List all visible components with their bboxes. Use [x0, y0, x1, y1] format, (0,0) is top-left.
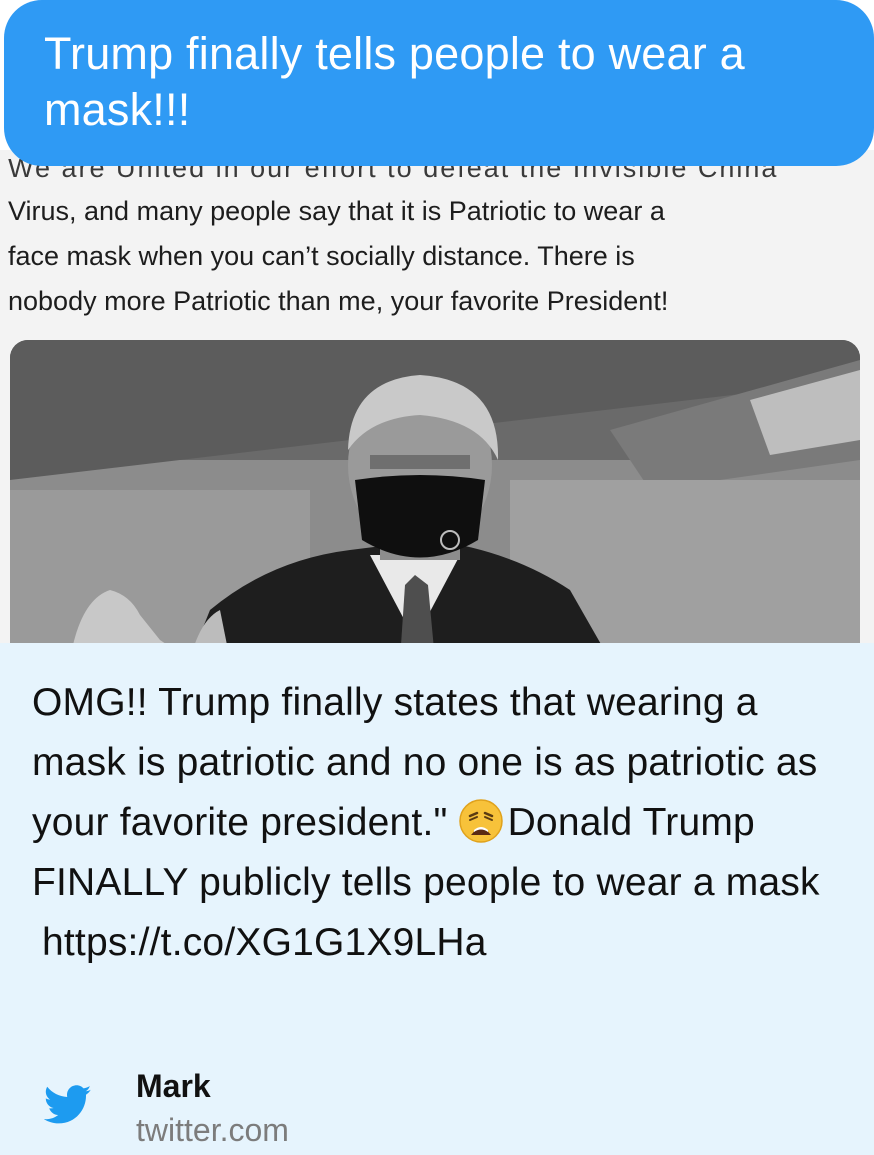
imessage-thread: Trump finally tells people to wear a mas…	[0, 0, 874, 1155]
link-preview-card[interactable]: OMG!! Trump finally states that wearing …	[0, 643, 874, 1155]
tweet-screenshot-card[interactable]: We are United in our effort to defeat th…	[0, 150, 874, 645]
link-preview-source: Mark twitter.com	[40, 1063, 840, 1148]
tweet-line: nobody more Patriotic than me, your favo…	[8, 286, 669, 316]
source-domain: twitter.com	[136, 1112, 289, 1148]
sent-message-text: Trump finally tells people to wear a mas…	[44, 28, 745, 135]
sent-message-bubble[interactable]: Trump finally tells people to wear a mas…	[4, 0, 874, 166]
photo-of-man-in-black-face-mask-icon	[10, 340, 860, 645]
tweet-line: Virus, and many people say that it is Pa…	[8, 196, 665, 226]
tweet-line: face mask when you can’t socially distan…	[8, 241, 635, 271]
tweet-photo[interactable]	[10, 340, 860, 645]
preview-link[interactable]: https://t.co/XG1G1X9LHa	[42, 921, 487, 964]
weary-face-emoji-icon	[458, 799, 503, 843]
tweet-text: We are United in our effort to defeat th…	[8, 159, 868, 324]
twitter-bird-icon	[44, 1085, 92, 1124]
link-preview-description: OMG!! Trump finally states that wearing …	[32, 673, 852, 973]
source-name: Mark	[136, 1068, 211, 1104]
